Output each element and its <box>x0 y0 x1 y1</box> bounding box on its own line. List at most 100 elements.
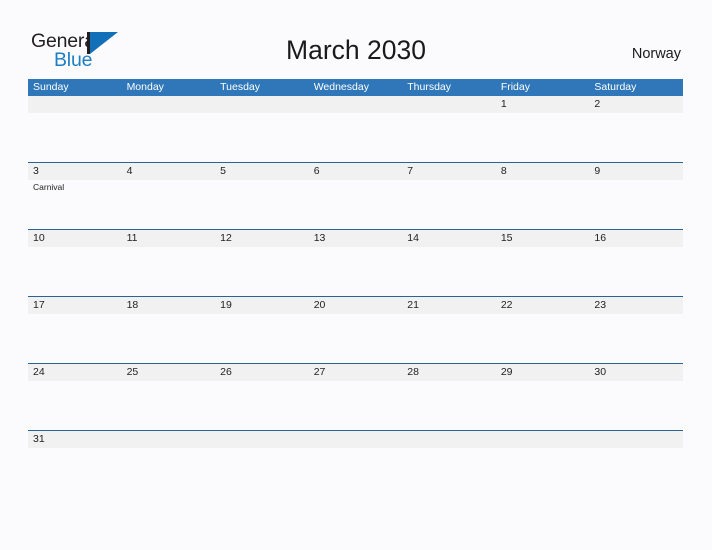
week-date-band: 31 <box>28 431 683 448</box>
event-label: Carnival <box>33 182 65 192</box>
weekday-header-monday: Monday <box>126 81 164 93</box>
day-number-15[interactable]: 15 <box>496 230 590 247</box>
day-number-22[interactable]: 22 <box>496 297 590 314</box>
day-events-29 <box>496 381 590 430</box>
week-event-band: Carnival <box>28 180 683 229</box>
day-number-13[interactable]: 13 <box>309 230 403 247</box>
week-date-band: 12 <box>28 96 683 113</box>
day-number-25[interactable]: 25 <box>122 364 216 381</box>
day-events-21 <box>402 314 496 363</box>
week-date-band: 3456789 <box>28 163 683 180</box>
weekday-header-sunday: Sunday <box>33 81 69 93</box>
week-event-band <box>28 247 683 296</box>
day-number-1[interactable]: 1 <box>496 96 590 113</box>
day-number-19[interactable]: 19 <box>215 297 309 314</box>
day-number-empty <box>309 96 403 113</box>
day-number-6[interactable]: 6 <box>309 163 403 180</box>
week-event-band <box>28 314 683 363</box>
day-events-19 <box>215 314 309 363</box>
day-number-empty <box>215 431 309 448</box>
calendar-week-row: 24 25 26 27 28 29 30 <box>28 363 683 430</box>
weekday-header-wednesday: Wednesday <box>313 81 369 93</box>
day-events-15 <box>496 247 590 296</box>
calendar-grid: Sunday Monday Tuesday Wednesday Thursday Frid… <box>28 79 683 448</box>
day-events-empty <box>28 113 122 162</box>
day-number-8[interactable]: 8 <box>496 163 590 180</box>
day-number-24[interactable]: 24 <box>28 364 122 381</box>
day-number-3[interactable]: 3 <box>28 163 122 180</box>
day-number-20[interactable]: 20 <box>309 297 403 314</box>
day-events-18 <box>122 314 216 363</box>
day-events-24 <box>28 381 122 430</box>
week-event-band <box>28 113 683 162</box>
day-events-28 <box>402 381 496 430</box>
weekday-header-thursday: Thursday <box>407 81 452 93</box>
day-number-30[interactable]: 30 <box>589 364 683 381</box>
day-events-16 <box>589 247 683 296</box>
day-number-27[interactable]: 27 <box>309 364 403 381</box>
day-number-28[interactable]: 28 <box>402 364 496 381</box>
day-number-empty <box>589 431 683 448</box>
day-number-10[interactable]: 10 <box>28 230 122 247</box>
day-number-empty <box>28 96 122 113</box>
day-events-30 <box>589 381 683 430</box>
day-number-26[interactable]: 26 <box>215 364 309 381</box>
day-events-5 <box>215 180 309 229</box>
day-events-3: Carnival <box>28 180 122 229</box>
day-number-11[interactable]: 11 <box>122 230 216 247</box>
day-events-14 <box>402 247 496 296</box>
day-events-4 <box>122 180 216 229</box>
day-events-empty <box>402 113 496 162</box>
day-number-12[interactable]: 12 <box>215 230 309 247</box>
day-number-empty <box>402 431 496 448</box>
day-number-empty <box>496 431 590 448</box>
day-number-14[interactable]: 14 <box>402 230 496 247</box>
calendar-week-row: 12 <box>28 96 683 162</box>
day-number-7[interactable]: 7 <box>402 163 496 180</box>
day-events-empty <box>309 113 403 162</box>
day-events-12 <box>215 247 309 296</box>
day-number-16[interactable]: 16 <box>589 230 683 247</box>
day-events-1 <box>496 113 590 162</box>
week-date-band: 17 18 19 20 21 22 23 <box>28 297 683 314</box>
day-number-empty <box>309 431 403 448</box>
day-events-26 <box>215 381 309 430</box>
day-events-empty <box>215 113 309 162</box>
day-number-4[interactable]: 4 <box>122 163 216 180</box>
day-number-9[interactable]: 9 <box>589 163 683 180</box>
calendar-weeks: 1 2 3 4 5 6 7 8 9 Carnival 10 11 12 13 14 15 16 17 18 19 20 2… <box>28 96 683 448</box>
page-title: March 2030 <box>286 35 426 65</box>
day-events-2 <box>589 113 683 162</box>
week-event-band <box>28 381 683 430</box>
day-number-empty <box>122 431 216 448</box>
calendar-week-row: 10 11 12 13 14 15 16 <box>28 229 683 296</box>
day-events-17 <box>28 314 122 363</box>
day-events-20 <box>309 314 403 363</box>
day-number-empty <box>122 96 216 113</box>
day-number-29[interactable]: 29 <box>496 364 590 381</box>
day-events-empty <box>122 113 216 162</box>
day-number-23[interactable]: 23 <box>589 297 683 314</box>
day-number-17[interactable]: 17 <box>28 297 122 314</box>
day-events-6 <box>309 180 403 229</box>
day-number-21[interactable]: 21 <box>402 297 496 314</box>
day-events-11 <box>122 247 216 296</box>
day-number-5[interactable]: 5 <box>215 163 309 180</box>
day-number-empty <box>402 96 496 113</box>
weekday-header-tuesday: Tuesday <box>220 81 261 93</box>
day-events-10 <box>28 247 122 296</box>
day-number-empty <box>215 96 309 113</box>
day-events-8 <box>496 180 590 229</box>
weekday-header-row: Sunday Monday Tuesday Wednesday Thursday Frid… <box>28 79 683 96</box>
day-number-31[interactable]: 31 <box>28 431 122 448</box>
day-events-9 <box>589 180 683 229</box>
calendar-page: General Blue March 2030 Norway Sunday Mon… <box>0 0 712 550</box>
week-date-band: 10 11 12 13 14 15 16 <box>28 230 683 247</box>
day-events-22 <box>496 314 590 363</box>
day-events-25 <box>122 381 216 430</box>
page-header: General Blue March 2030 Norway <box>0 0 712 78</box>
day-number-2[interactable]: 2 <box>589 96 683 113</box>
day-number-18[interactable]: 18 <box>122 297 216 314</box>
calendar-week-row: 31 <box>28 430 683 448</box>
calendar-week-row: 17 18 19 20 21 22 23 <box>28 296 683 363</box>
